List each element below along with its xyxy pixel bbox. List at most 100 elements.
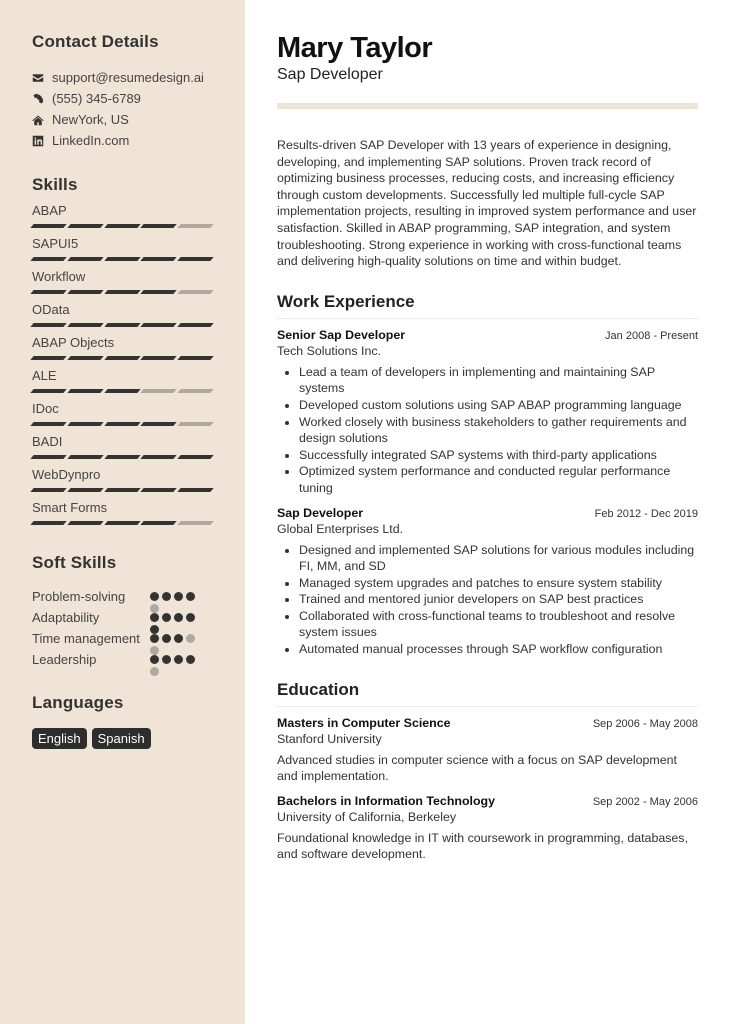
skill-level-segment <box>177 356 214 360</box>
contact-phone[interactable]: (555) 345-6789 <box>32 88 245 109</box>
job-entry: Senior Sap Developer Jan 2008 - Present Te… <box>277 328 698 497</box>
skill-level-segment <box>177 257 214 261</box>
skill-item: ABAP <box>30 203 245 228</box>
job-dates: Jan 2008 - Present <box>605 329 698 342</box>
skill-level-segment <box>103 389 141 393</box>
header-divider <box>277 103 698 109</box>
rating-dot <box>174 613 183 622</box>
job-entry: Sap Developer Feb 2012 - Dec 2019 Global E… <box>277 506 698 658</box>
rating-dot <box>150 655 159 664</box>
skill-level-segment <box>103 422 141 426</box>
contact-location-text: NewYork, US <box>52 112 129 127</box>
soft-skill-item: Time management <box>32 629 245 655</box>
contact-heading: Contact Details <box>32 32 159 51</box>
skill-level-bar <box>30 323 214 327</box>
education-description: Advanced studies in computer science wit… <box>277 752 677 784</box>
job-bullet: Developed custom solutions using SAP ABA… <box>299 397 698 414</box>
skill-item: IDoc <box>30 402 245 426</box>
job-header: Senior Sap Developer Jan 2008 - Present <box>277 328 698 342</box>
skill-level-segment <box>177 323 214 327</box>
skill-level-segment <box>140 488 177 492</box>
soft-skill-name: Problem-solving <box>32 589 126 604</box>
skill-level-segment <box>30 224 67 228</box>
skill-level-segment <box>140 323 177 327</box>
rating-dot <box>186 613 195 622</box>
language-badge: English <box>32 728 87 749</box>
skill-level-bar <box>30 422 214 426</box>
soft-skill-item: Adaptability <box>32 608 245 634</box>
job-bullet: Lead a team of developers in implementin… <box>299 364 698 397</box>
skill-level-segment <box>177 290 214 294</box>
job-company: Tech Solutions Inc. <box>277 343 382 358</box>
skill-level-segment <box>140 422 177 426</box>
soft-skill-name: Adaptability <box>32 610 100 625</box>
rating-dot <box>150 613 159 622</box>
contact-email[interactable]: support@resumedesign.ai <box>32 67 245 88</box>
skill-level-bar <box>30 257 214 261</box>
skill-level-segment <box>30 323 67 327</box>
skill-name: WebDynpro <box>32 467 101 482</box>
job-bullet: Automated manual processes through SAP w… <box>299 641 698 658</box>
rating-dot <box>162 613 171 622</box>
soft-skills-list: Problem-solving Adaptability Time manageme… <box>32 587 245 676</box>
envelope-icon <box>32 72 52 84</box>
job-bullet: Optimized system performance and conduct… <box>299 463 698 496</box>
rating-dot <box>150 634 159 643</box>
skill-level-segment <box>67 521 104 525</box>
linkedin-icon <box>32 135 52 147</box>
skill-name: ABAP <box>32 203 67 218</box>
skill-item: WebDynpro <box>30 467 245 492</box>
rating-dot <box>162 634 171 643</box>
skill-level-segment <box>140 356 177 360</box>
skill-level-segment <box>140 224 177 228</box>
job-title: Sap Developer <box>277 505 364 520</box>
education-header: Bachelors in Information Technology Sep 2… <box>277 794 698 808</box>
summary: Results-driven SAP Developer with 13 yea… <box>277 138 697 269</box>
work-experience-heading: Work Experience <box>277 292 698 319</box>
candidate-title: Sap Developer <box>277 66 383 83</box>
job-bullet: Trained and mentored junior developers o… <box>299 591 698 608</box>
rating-dot <box>150 667 159 676</box>
skill-level-segment <box>67 257 104 261</box>
skill-level-segment <box>67 422 104 426</box>
contact-linkedin-text: LinkedIn.com <box>52 133 130 148</box>
education-entry: Masters in Computer Science Sep 2006 - Ma… <box>277 716 698 785</box>
soft-skill-rating <box>150 629 202 655</box>
skill-level-segment <box>140 521 177 525</box>
skill-item: BADI <box>30 435 245 459</box>
skill-name: Workflow <box>32 269 86 284</box>
skill-level-segment <box>103 257 141 261</box>
skill-level-segment <box>103 488 141 492</box>
language-badge: Spanish <box>91 728 151 749</box>
skill-level-segment <box>103 356 141 360</box>
skill-level-segment <box>30 521 67 525</box>
skill-name: Smart Forms <box>32 500 108 515</box>
skill-level-segment <box>140 389 177 393</box>
job-bullets: Designed and implemented SAP solutions f… <box>277 542 698 658</box>
education-degree: Bachelors in Information Technology <box>277 793 496 808</box>
education-school: University of California, Berkeley <box>277 809 457 824</box>
home-icon <box>32 114 52 126</box>
skill-level-segment <box>30 290 67 294</box>
skill-level-segment <box>67 290 104 294</box>
contact-email-text: support@resumedesign.ai <box>52 70 204 85</box>
job-title: Senior Sap Developer <box>277 327 406 342</box>
job-company: Global Enterprises Ltd. <box>277 521 404 536</box>
candidate-name: Mary Taylor <box>277 32 433 64</box>
skill-name: ABAP Objects <box>32 335 115 350</box>
skill-level-segment <box>177 521 214 525</box>
rating-dot <box>150 592 159 601</box>
skill-level-segment <box>140 257 177 261</box>
skill-item: SAPUI5 <box>30 237 245 261</box>
skills-list: ABAP SAPUI5 Workflow OData ABAP Objects ALE ID… <box>30 203 245 525</box>
skills-heading: Skills <box>32 175 78 194</box>
skill-level-segment <box>67 224 104 228</box>
contact-location: NewYork, US <box>32 109 245 130</box>
skill-level-bar <box>30 488 214 492</box>
work-experience-list: Senior Sap Developer Jan 2008 - Present Te… <box>277 328 698 658</box>
skill-name: ALE <box>32 368 57 383</box>
skill-level-segment <box>177 422 214 426</box>
skill-level-segment <box>103 455 141 459</box>
contact-linkedin[interactable]: LinkedIn.com <box>32 130 245 151</box>
contact-phone-text: (555) 345-6789 <box>52 91 141 106</box>
